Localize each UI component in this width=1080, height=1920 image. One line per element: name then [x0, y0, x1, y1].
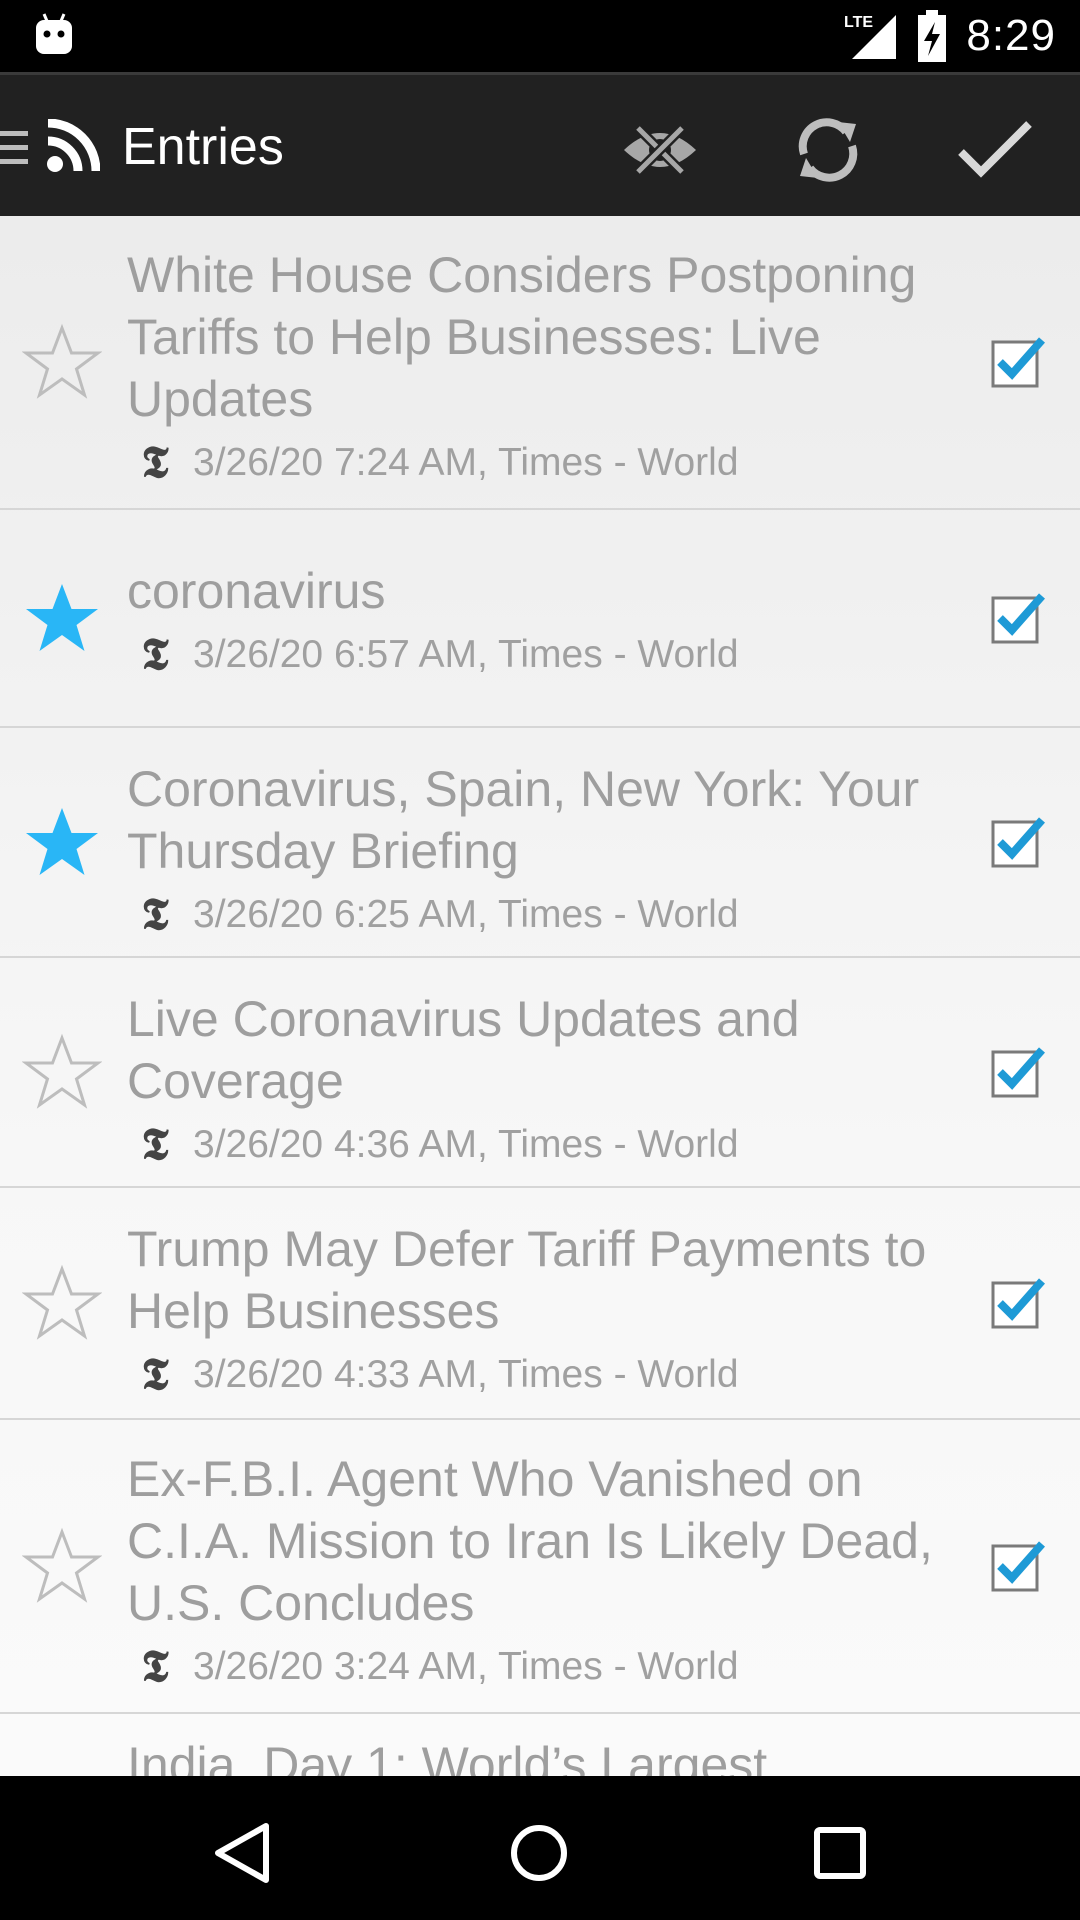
rss-feed-icon[interactable]: [46, 119, 100, 173]
hide-read-icon: [624, 124, 696, 176]
android-notification-icon: [36, 13, 72, 54]
page-title: Entries: [122, 118, 284, 176]
entry-meta: 𝕿 3/26/20 4:33 AM, Times - World: [127, 1350, 940, 1400]
entry-title: Trump May Defer Tariff Payments to Help …: [127, 1221, 927, 1339]
system-nav-bar: [0, 1776, 1080, 1920]
checkbox-checked-icon[interactable]: [990, 590, 1046, 646]
list-item[interactable]: coronavirus 𝕿 3/26/20 6:57 AM, Times - W…: [0, 510, 1080, 728]
entry-date-source: 3/26/20 3:24 AM, Times - World: [193, 1645, 739, 1688]
star-filled-icon[interactable]: [22, 578, 102, 658]
star-outline-icon[interactable]: [22, 1263, 102, 1343]
mark-all-read-button[interactable]: [950, 105, 1040, 195]
entry-date-source: 3/26/20 4:33 AM, Times - World: [193, 1353, 739, 1396]
entry-date-source: 3/26/20 6:57 AM, Times - World: [193, 633, 739, 676]
entry-title: Coronavirus, Spain, New York: Your Thurs…: [127, 761, 920, 879]
entry-meta: 𝕿 3/26/20 6:57 AM, Times - World: [127, 630, 940, 680]
entry-meta: 𝕿 3/26/20 4:36 AM, Times - World: [127, 1120, 940, 1170]
svg-text:LTE: LTE: [844, 14, 873, 31]
status-bar: LTE 8:29: [0, 0, 1080, 72]
nyt-logo-icon: 𝕿: [141, 1349, 169, 1400]
nyt-logo-icon: 𝕿: [141, 629, 169, 680]
star-outline-icon[interactable]: [22, 1032, 102, 1112]
entry-meta: 𝕿 3/26/20 6:25 AM, Times - World: [127, 890, 940, 940]
back-icon: [215, 1823, 269, 1883]
recents-button[interactable]: [795, 1808, 885, 1898]
entry-date-source: 3/26/20 6:25 AM, Times - World: [193, 893, 739, 936]
refresh-icon: [798, 118, 858, 182]
checkbox-checked-icon[interactable]: [990, 1044, 1046, 1100]
nyt-logo-icon: 𝕿: [141, 437, 169, 488]
checkbox-checked-icon[interactable]: [990, 814, 1046, 870]
star-outline-icon[interactable]: [22, 1526, 102, 1606]
entry-date-source: 3/26/20 7:24 AM, Times - World: [193, 441, 739, 484]
mark-all-read-icon: [958, 121, 1032, 178]
star-filled-icon[interactable]: [22, 802, 102, 882]
star-outline-icon[interactable]: [22, 322, 102, 402]
app-toolbar: Entries: [0, 72, 1080, 216]
list-item[interactable]: Live Coronavirus Updates and Coverage 𝕿 …: [0, 958, 1080, 1188]
status-time: 8:29: [966, 11, 1056, 60]
entry-meta: 𝕿 3/26/20 3:24 AM, Times - World: [127, 1642, 940, 1692]
home-button[interactable]: [494, 1808, 584, 1898]
recents-icon: [814, 1827, 866, 1879]
nyt-logo-icon: 𝕿: [141, 1641, 169, 1692]
list-item[interactable]: White House Considers Postponing Tariffs…: [0, 216, 1080, 510]
list-item[interactable]: India, Day 1: World’s Largest: [0, 1714, 1080, 1776]
nyt-logo-icon: 𝕿: [141, 889, 169, 940]
entry-meta: 𝕿 3/26/20 7:24 AM, Times - World: [127, 438, 940, 488]
checkbox-checked-icon[interactable]: [990, 334, 1046, 390]
list-item[interactable]: Ex-F.B.I. Agent Who Vanished on C.I.A. M…: [0, 1420, 1080, 1714]
list-item[interactable]: Coronavirus, Spain, New York: Your Thurs…: [0, 728, 1080, 958]
entry-title: White House Considers Postponing Tariffs…: [127, 247, 917, 427]
refresh-button[interactable]: [783, 105, 873, 195]
back-button[interactable]: [196, 1808, 286, 1898]
hide-read-button[interactable]: [615, 105, 705, 195]
checkbox-checked-icon[interactable]: [990, 1275, 1046, 1331]
menu-icon[interactable]: [0, 125, 30, 169]
lte-signal-icon: LTE: [844, 14, 897, 59]
home-icon: [511, 1825, 567, 1881]
entry-title: coronavirus: [127, 563, 386, 619]
entry-title: Ex-F.B.I. Agent Who Vanished on C.I.A. M…: [127, 1451, 933, 1631]
battery-charging-icon: [918, 10, 947, 62]
list-item[interactable]: Trump May Defer Tariff Payments to Help …: [0, 1188, 1080, 1420]
entry-title: India, Day 1: World’s Largest: [127, 1737, 768, 1776]
entries-list[interactable]: White House Considers Postponing Tariffs…: [0, 216, 1080, 1776]
nyt-logo-icon: 𝕿: [141, 1119, 169, 1170]
entry-date-source: 3/26/20 4:36 AM, Times - World: [193, 1123, 739, 1166]
checkbox-checked-icon[interactable]: [990, 1538, 1046, 1594]
entry-title: Live Coronavirus Updates and Coverage: [127, 991, 800, 1109]
